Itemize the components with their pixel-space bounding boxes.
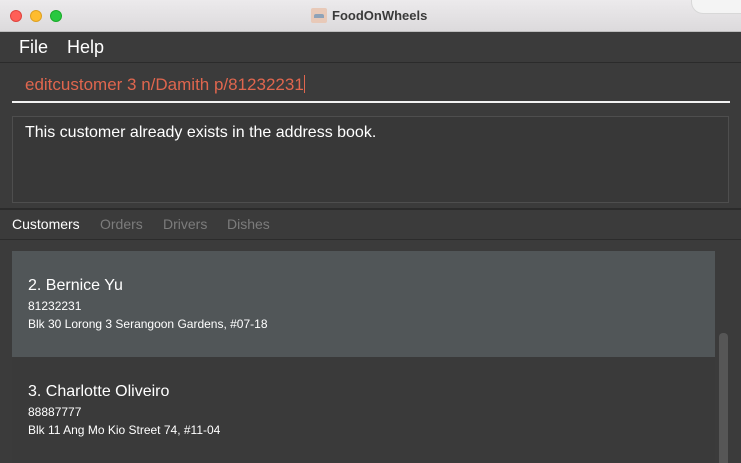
text-caret (303, 75, 305, 93)
customer-name: 3. Charlotte Oliveiro (28, 383, 170, 400)
background-window-edge (691, 0, 741, 14)
close-window-button[interactable] (10, 10, 22, 22)
customer-phone: 88887777 (28, 405, 82, 419)
minimize-window-button[interactable] (30, 10, 42, 22)
maximize-window-button[interactable] (50, 10, 62, 22)
list-scrollbar[interactable] (716, 241, 730, 463)
customer-list: 2. Bernice Yu 81232231 Blk 30 Lorong 3 S… (0, 241, 741, 463)
result-display[interactable]: This customer already exists in the addr… (12, 116, 729, 203)
app-logo-icon (311, 8, 327, 23)
tab-orders[interactable]: Orders (100, 216, 143, 232)
tab-bar: Customers Orders Drivers Dishes (0, 210, 741, 240)
scrollbar-thumb[interactable] (719, 333, 728, 463)
menu-help[interactable]: Help (67, 37, 104, 58)
customer-address: Blk 11 Ang Mo Kio Street 74, #11-04 (28, 423, 221, 437)
tab-customers[interactable]: Customers (12, 216, 80, 232)
command-box: editcustomer 3 n/Damith p/81232231 (0, 62, 741, 110)
tab-drivers[interactable]: Drivers (163, 216, 207, 232)
customer-phone: 81232231 (28, 299, 82, 313)
tab-dishes[interactable]: Dishes (227, 216, 270, 232)
customer-name: 2. Bernice Yu (28, 277, 123, 294)
menu-bar: File Help (0, 32, 741, 62)
customer-card[interactable]: 2. Bernice Yu 81232231 Blk 30 Lorong 3 S… (12, 251, 715, 357)
customer-address: Blk 30 Lorong 3 Serangoon Gardens, #07-1… (28, 317, 268, 331)
menu-file[interactable]: File (19, 37, 48, 58)
window-titlebar: FoodOnWheels (0, 0, 741, 32)
customer-card[interactable]: 3. Charlotte Oliveiro 88887777 Blk 11 An… (12, 357, 715, 463)
command-input[interactable]: editcustomer 3 n/Damith p/81232231 (12, 63, 730, 103)
window-title: FoodOnWheels (332, 8, 428, 23)
command-text: editcustomer 3 n/Damith p/81232231 (25, 75, 305, 95)
result-message: This customer already exists in the addr… (25, 124, 377, 141)
command-value: editcustomer 3 n/Damith p/81232231 (25, 75, 304, 94)
